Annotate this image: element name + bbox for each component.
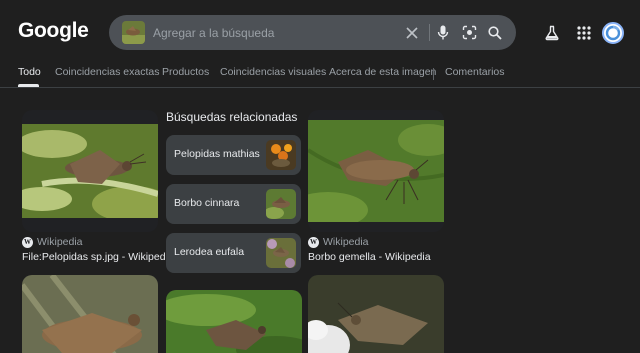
result-card-5[interactable]	[308, 275, 444, 353]
tab-todo[interactable]: Todo	[18, 66, 41, 78]
result-card-3[interactable]	[22, 275, 158, 353]
related-item-pelopidas-mathias[interactable]: Pelopidas mathias	[166, 135, 301, 175]
related-thumbnail	[266, 189, 296, 219]
result-image-5[interactable]	[308, 275, 444, 353]
related-item-borbo-cinnara[interactable]: Borbo cinnara	[166, 184, 301, 224]
result-source-label: Wikipedia	[323, 236, 369, 248]
result-card-4[interactable]	[166, 290, 302, 353]
wikipedia-icon: W	[22, 236, 33, 248]
result-caption-1[interactable]: File:Pelopidas sp.jpg - Wikipedia	[22, 251, 174, 263]
result-image-1[interactable]	[22, 124, 158, 218]
result-caption-2[interactable]: Borbo gemella - Wikipedia	[308, 251, 431, 263]
related-item-lerodea-eufala[interactable]: Lerodea eufala	[166, 233, 301, 273]
related-item-label: Borbo cinnara	[174, 197, 240, 209]
related-thumbnail	[266, 238, 296, 268]
account-avatar[interactable]	[602, 22, 624, 44]
result-card-1[interactable]	[22, 110, 158, 232]
search-image-thumbnail[interactable]	[122, 21, 145, 44]
tab-visual-matches[interactable]: Coincidencias visuales	[220, 66, 326, 78]
lens-icon[interactable]	[461, 24, 478, 41]
search-input[interactable]	[153, 15, 393, 50]
tab-separator	[433, 68, 434, 80]
google-logo[interactable]: Google	[18, 19, 89, 43]
tab-about-image[interactable]: Acerca de esta imagen	[329, 66, 436, 78]
close-icon[interactable]	[403, 24, 420, 41]
related-searches-title: Búsquedas relacionadas	[166, 110, 298, 124]
related-thumbnail	[266, 140, 296, 170]
search-bar[interactable]	[109, 15, 516, 50]
microphone-icon[interactable]	[434, 24, 451, 41]
result-card-2[interactable]	[308, 110, 444, 232]
labs-flask-icon[interactable]	[542, 23, 562, 43]
apps-grid-icon[interactable]	[574, 23, 594, 43]
result-source-2[interactable]: W Wikipedia	[308, 236, 369, 248]
filter-tabs: Todo Coincidencias exactas Productos Coi…	[0, 60, 640, 88]
result-image-3[interactable]	[22, 275, 158, 353]
active-tab-indicator	[18, 84, 39, 87]
search-icon[interactable]	[486, 24, 503, 41]
tab-products[interactable]: Productos	[162, 66, 209, 78]
related-item-label: Pelopidas mathias	[174, 148, 260, 160]
search-divider	[429, 24, 430, 41]
result-source-label: Wikipedia	[37, 236, 83, 248]
result-image-4[interactable]	[166, 290, 302, 353]
result-image-2[interactable]	[308, 120, 444, 222]
tab-feedback[interactable]: Comentarios	[445, 66, 505, 78]
result-source-1[interactable]: W Wikipedia	[22, 236, 83, 248]
tab-exact-matches[interactable]: Coincidencias exactas	[55, 66, 159, 78]
related-item-label: Lerodea eufala	[174, 246, 245, 258]
wikipedia-icon: W	[308, 236, 319, 248]
